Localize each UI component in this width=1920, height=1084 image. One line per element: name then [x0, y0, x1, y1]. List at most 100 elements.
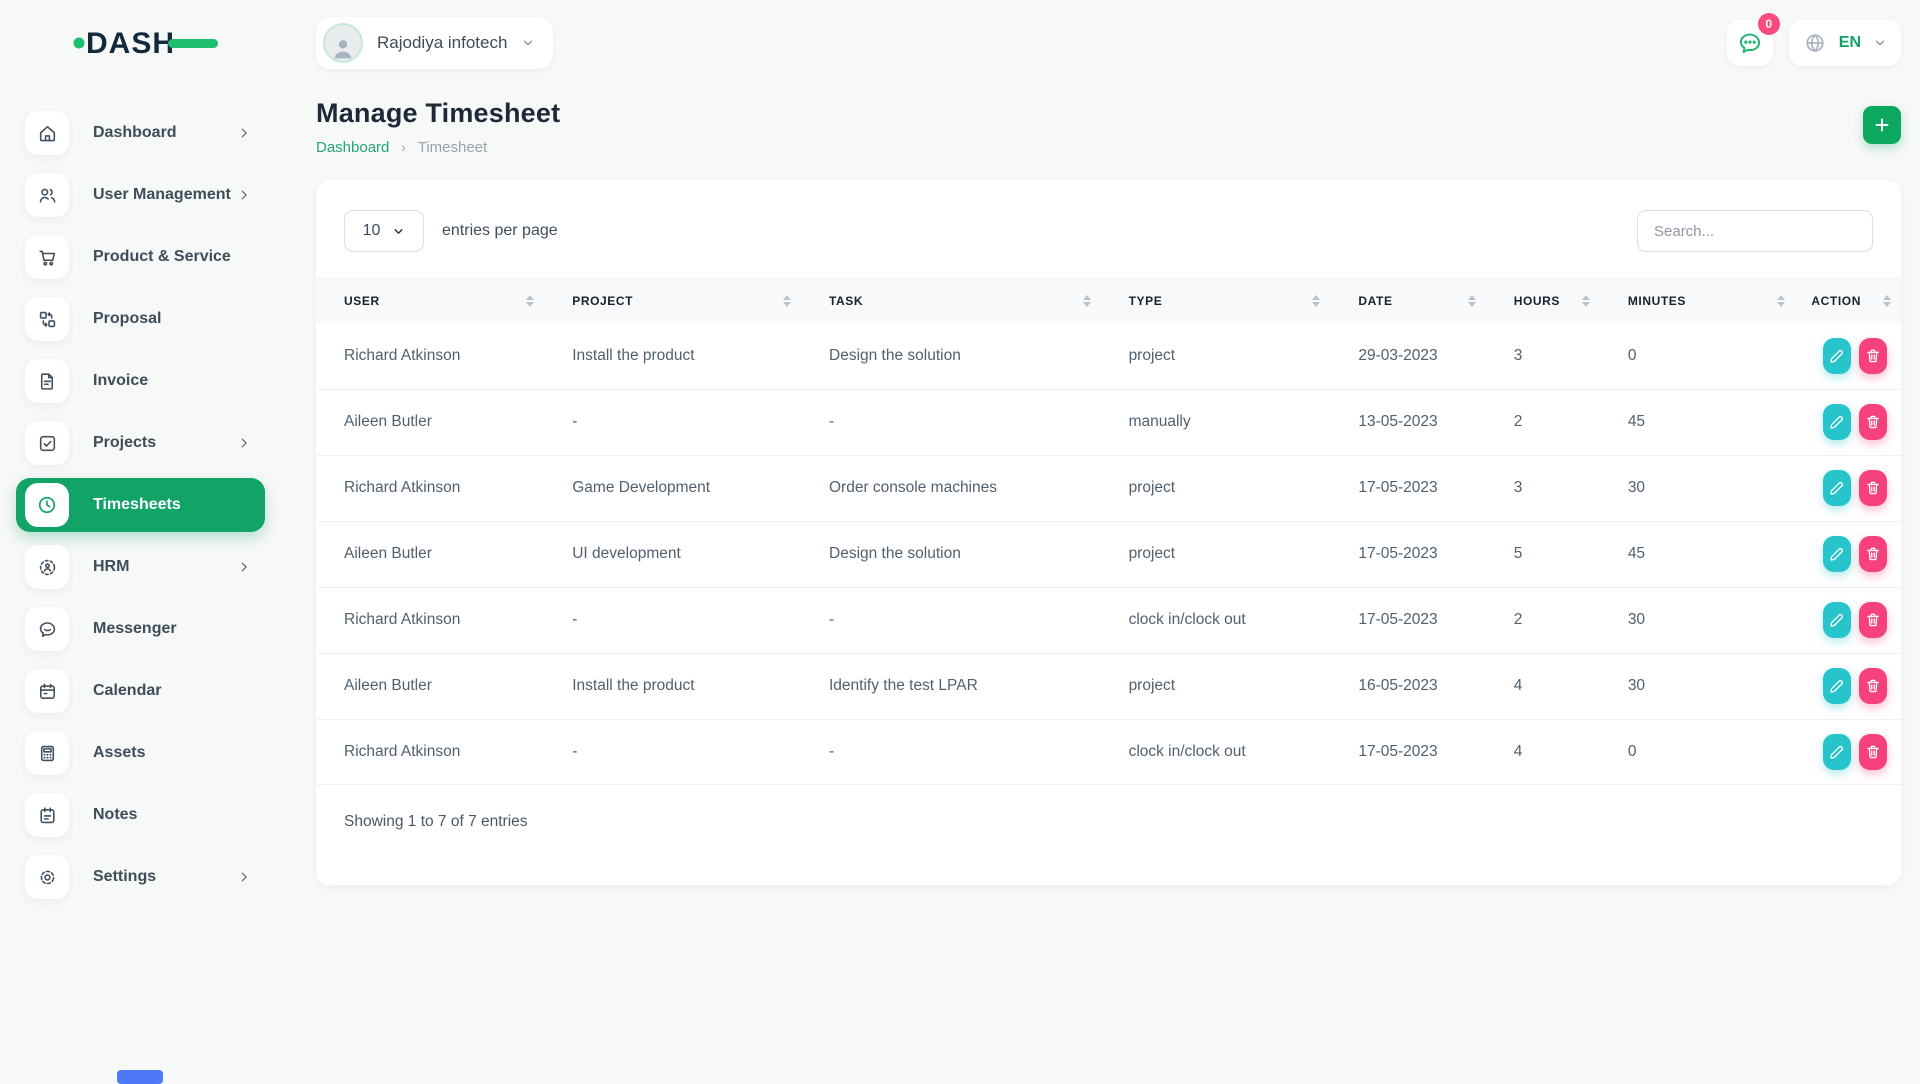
sidebar-item-timesheets[interactable]: Timesheets [16, 478, 265, 532]
sidebar-item-user-management[interactable]: User Management [16, 168, 265, 222]
cell-hours: 2 [1486, 389, 1600, 455]
cell-date: 29-03-2023 [1330, 323, 1485, 389]
cell-minutes: 30 [1600, 587, 1795, 653]
cell-task: - [801, 719, 1101, 785]
cell-type: project [1101, 521, 1331, 587]
trash-icon [1864, 545, 1882, 563]
cell-project: - [544, 389, 801, 455]
sidebar-nav: Dashboard User Management Product & Servic… [0, 106, 285, 904]
sidebar-item-label: Invoice [93, 372, 251, 390]
pencil-icon [1828, 545, 1846, 563]
cell-minutes: 0 [1600, 323, 1795, 389]
edit-button[interactable] [1823, 536, 1851, 572]
sort-icon[interactable] [1582, 295, 1590, 307]
edit-button[interactable] [1823, 668, 1851, 704]
sidebar-item-hrm[interactable]: HRM [16, 540, 265, 594]
trash-icon [1864, 347, 1882, 365]
calculator-icon [25, 731, 69, 775]
sort-icon[interactable] [783, 295, 791, 307]
cell-action [1795, 719, 1901, 785]
delete-button[interactable] [1859, 602, 1887, 638]
calendar-icon [25, 669, 69, 713]
delete-button[interactable] [1859, 404, 1887, 440]
cell-task: Order console machines [801, 455, 1101, 521]
sidebar-item-messenger[interactable]: Messenger [16, 602, 265, 656]
column-header-minutes[interactable]: MINUTES [1600, 279, 1795, 323]
cell-action [1795, 653, 1901, 719]
chevron-right-icon [237, 560, 251, 574]
table-body: Richard AtkinsonInstall the productDesig… [316, 323, 1901, 785]
timesheet-table: USERPROJECTTASKTYPEDATEHOURSMINUTESACTIO… [316, 279, 1901, 785]
cell-user: Richard Atkinson [316, 587, 544, 653]
edit-button[interactable] [1823, 602, 1851, 638]
pencil-icon [1828, 611, 1846, 629]
chevron-down-icon [1873, 36, 1887, 50]
cell-date: 16-05-2023 [1330, 653, 1485, 719]
clock-icon [25, 483, 69, 527]
messages-button[interactable]: 0 [1727, 20, 1773, 66]
sidebar-item-projects[interactable]: Projects [16, 416, 265, 470]
cell-task: Design the solution [801, 323, 1101, 389]
delete-button[interactable] [1859, 338, 1887, 374]
sidebar-item-proposal[interactable]: Proposal [16, 292, 265, 346]
cell-task: Design the solution [801, 521, 1101, 587]
sort-icon[interactable] [1777, 295, 1785, 307]
sidebar-item-settings[interactable]: Settings [16, 850, 265, 904]
cell-hours: 2 [1486, 587, 1600, 653]
cell-hours: 4 [1486, 653, 1600, 719]
sidebar-item-assets[interactable]: Assets [16, 726, 265, 780]
dash-logo: DASH [72, 24, 285, 60]
sidebar-item-label: Assets [93, 744, 251, 762]
entries-per-page-value: 10 [363, 222, 381, 240]
cell-user: Aileen Butler [316, 653, 544, 719]
cell-date: 17-05-2023 [1330, 587, 1485, 653]
table-wrap: USERPROJECTTASKTYPEDATEHOURSMINUTESACTIO… [316, 278, 1901, 785]
sort-icon[interactable] [1083, 295, 1091, 307]
sidebar-item-label: Projects [93, 434, 237, 452]
sidebar-item-notes[interactable]: Notes [16, 788, 265, 842]
edit-button[interactable] [1823, 404, 1851, 440]
sort-icon[interactable] [1883, 295, 1891, 307]
edit-button[interactable] [1823, 734, 1851, 770]
column-header-action[interactable]: ACTION [1795, 279, 1901, 323]
breadcrumb-dashboard[interactable]: Dashboard [316, 139, 389, 156]
sidebar-item-invoice[interactable]: Invoice [16, 354, 265, 408]
column-header-date[interactable]: DATE [1330, 279, 1485, 323]
cell-action [1795, 323, 1901, 389]
trash-icon [1864, 479, 1882, 497]
cell-project: - [544, 719, 801, 785]
cell-user: Richard Atkinson [316, 323, 544, 389]
delete-button[interactable] [1859, 536, 1887, 572]
sort-icon[interactable] [526, 295, 534, 307]
company-selector[interactable]: Rajodiya infotech [316, 17, 553, 69]
sort-icon[interactable] [1468, 295, 1476, 307]
pencil-icon [1828, 479, 1846, 497]
table-row: Richard AtkinsonGame DevelopmentOrder co… [316, 455, 1901, 521]
search-input[interactable] [1637, 210, 1873, 252]
partial-blue-element [117, 1070, 163, 1084]
cell-minutes: 0 [1600, 719, 1795, 785]
sort-icon[interactable] [1312, 295, 1320, 307]
hrm-icon [25, 545, 69, 589]
entries-per-page-select[interactable]: 10 [344, 210, 424, 252]
sidebar-item-product-service[interactable]: Product & Service [16, 230, 265, 284]
edit-button[interactable] [1823, 338, 1851, 374]
cell-type: project [1101, 455, 1331, 521]
delete-button[interactable] [1859, 668, 1887, 704]
sidebar-item-calendar[interactable]: Calendar [16, 664, 265, 718]
edit-button[interactable] [1823, 470, 1851, 506]
column-header-hours[interactable]: HOURS [1486, 279, 1600, 323]
column-header-project[interactable]: PROJECT [544, 279, 801, 323]
delete-button[interactable] [1859, 470, 1887, 506]
column-header-type[interactable]: TYPE [1101, 279, 1331, 323]
chevron-right-icon: › [401, 140, 405, 155]
add-timesheet-button[interactable] [1863, 106, 1901, 144]
cell-hours: 3 [1486, 323, 1600, 389]
language-selector[interactable]: EN [1789, 20, 1901, 66]
gear-icon [25, 855, 69, 899]
column-header-task[interactable]: TASK [801, 279, 1101, 323]
delete-button[interactable] [1859, 734, 1887, 770]
notes-icon [25, 793, 69, 837]
column-header-user[interactable]: USER [316, 279, 544, 323]
sidebar-item-dashboard[interactable]: Dashboard [16, 106, 265, 160]
